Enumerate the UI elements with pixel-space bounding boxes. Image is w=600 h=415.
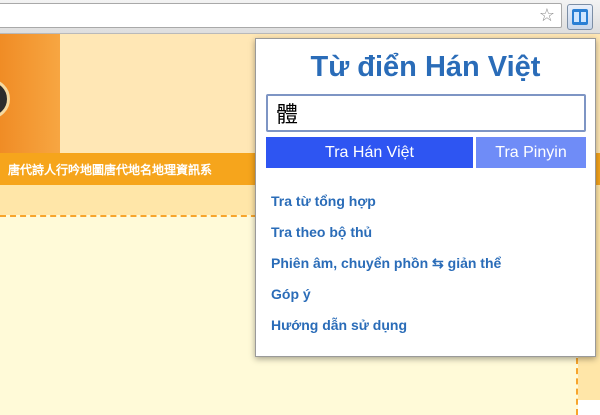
extension-button[interactable] (567, 4, 593, 30)
link-tra-tu-tong-hop[interactable]: Tra từ tổng hợp (271, 193, 376, 209)
popup-links: Tra từ tổng hợp Tra theo bộ thủ Phiên âm… (271, 190, 501, 345)
browser-toolbar: ☆ (0, 0, 600, 34)
tra-pinyin-button[interactable]: Tra Pinyin (476, 137, 586, 168)
logo-circle (0, 79, 10, 119)
link-phien-am-chuyen-phon-gian[interactable]: Phiên âm, chuyển phồn ⇆ giản thể (271, 255, 501, 271)
extension-popup: Từ điển Hán Việt Tra Hán Việt Tra Pinyin… (255, 38, 596, 357)
star-icon[interactable]: ☆ (539, 6, 555, 26)
site-logo-block (0, 34, 60, 153)
link-gop-y[interactable]: Góp ý (271, 286, 311, 302)
link-tra-theo-bo-thu[interactable]: Tra theo bộ thủ (271, 224, 372, 240)
tra-han-viet-button[interactable]: Tra Hán Việt (266, 137, 473, 168)
popup-title: Từ điển Hán Việt (310, 51, 541, 83)
link-huong-dan-su-dung[interactable]: Hướng dẫn sử dụng (271, 317, 407, 333)
banner-title[interactable]: 唐代詩人行吟地圖唐代地名地理資訊系 (8, 161, 212, 178)
book-icon (572, 9, 588, 25)
address-bar[interactable]: ☆ (0, 3, 562, 28)
search-input[interactable] (266, 94, 586, 132)
